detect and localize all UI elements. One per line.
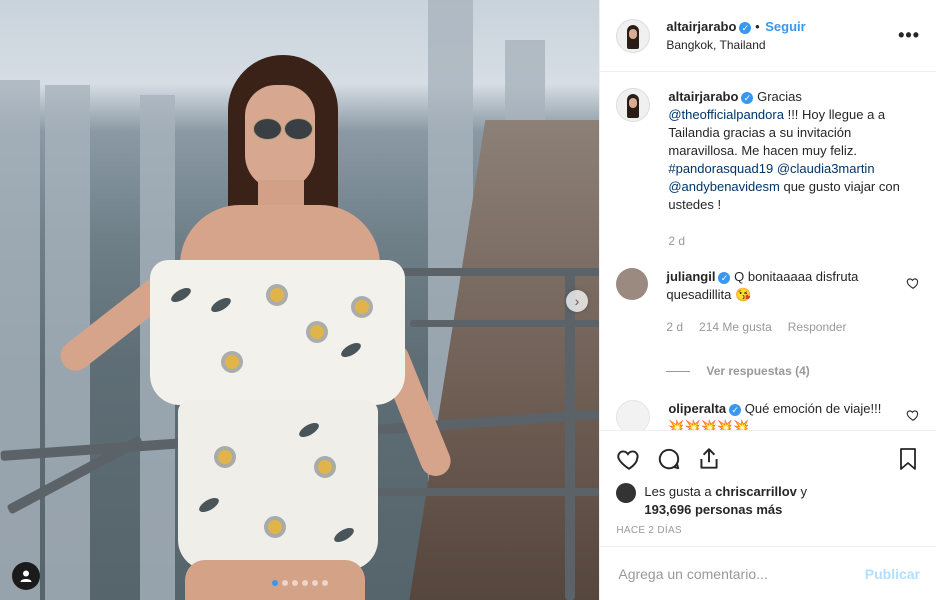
caption-meta: 2 d	[668, 232, 920, 250]
share-icon[interactable]	[696, 446, 722, 472]
commenter-avatar[interactable]	[616, 268, 649, 300]
more-options-icon[interactable]: •••	[898, 25, 920, 46]
like-comment-heart-icon[interactable]	[906, 276, 920, 290]
carousel-dot	[322, 580, 328, 586]
carousel-dot	[312, 580, 318, 586]
header-text: altairjarabo ✓ • Seguir Bangkok, Thailand	[666, 19, 898, 52]
caption-age: 2 d	[668, 234, 686, 248]
carousel-indicator	[272, 580, 328, 586]
building	[0, 80, 40, 600]
verified-icon: ✓	[729, 403, 742, 416]
comment-row: oliperalta ✓ Qué emoción de viaje!!! 💥💥💥💥…	[616, 400, 920, 430]
like-heart-icon[interactable]	[616, 446, 642, 472]
tagged-users-button[interactable]	[12, 562, 40, 590]
carousel-dot	[272, 580, 278, 586]
hashtag-link[interactable]: #pandorasquad19	[668, 161, 773, 176]
woman-figure	[54, 55, 456, 600]
post-header: altairjarabo ✓ • Seguir Bangkok, Thailand…	[600, 0, 936, 72]
comment-meta: 2 d 214 Me gusta Responder	[666, 318, 898, 336]
mention-link[interactable]: @theofficialpandora	[668, 107, 784, 122]
person-icon	[20, 570, 32, 582]
carousel-dot	[292, 580, 298, 586]
likes-summary[interactable]: Les gusta a chriscarrillov y 193,696 per…	[616, 483, 920, 519]
comment-body: juliangil ✓ Q bonitaaaaa disfruta quesadi…	[666, 268, 898, 336]
side-panel: altairjarabo ✓ • Seguir Bangkok, Thailand…	[599, 0, 936, 600]
like-comment-heart-icon[interactable]	[906, 408, 920, 422]
action-bar: Les gusta a chriscarrillov y 193,696 per…	[600, 430, 936, 546]
likes-text: Les gusta a chriscarrillov y 193,696 per…	[644, 483, 807, 519]
instagram-post: › altairjarabo ✓ • Seguir Bangkok, Thaila…	[0, 0, 936, 600]
comment-age: 2 d	[666, 320, 684, 334]
action-icons	[616, 441, 920, 477]
view-replies-button[interactable]: Ver respuestas (4)	[666, 364, 920, 378]
post-timestamp[interactable]: HACE 2 DÍAS	[616, 525, 920, 536]
view-replies-label: Ver respuestas (4)	[706, 364, 810, 378]
carousel-next-button[interactable]: ›	[566, 290, 588, 312]
floral-top	[150, 260, 405, 405]
mention-link[interactable]: @andybenavidesm	[668, 179, 779, 194]
follow-button[interactable]: Seguir	[765, 19, 805, 34]
comment-body: oliperalta ✓ Qué emoción de viaje!!! 💥💥💥💥…	[668, 400, 898, 430]
verified-icon: ✓	[718, 271, 731, 284]
reply-button[interactable]: Responder	[788, 318, 847, 336]
verified-icon: ✓	[741, 91, 754, 104]
caption-body: altairjarabo ✓ Gracias @theofficialpandor…	[668, 88, 920, 250]
author-avatar[interactable]	[616, 18, 651, 53]
caption-avatar[interactable]	[616, 88, 651, 122]
commenter-username[interactable]: juliangil	[666, 269, 715, 284]
liker-username[interactable]: chriscarrillov	[715, 484, 797, 499]
liker-avatar[interactable]	[616, 483, 637, 503]
railing-post	[565, 268, 575, 600]
chevron-right-icon: ›	[574, 293, 580, 309]
sunglasses	[249, 118, 313, 140]
comments-list[interactable]: altairjarabo ✓ Gracias @theofficialpandor…	[600, 72, 936, 430]
bookmark-icon[interactable]	[896, 446, 920, 472]
location-link[interactable]: Bangkok, Thailand	[666, 38, 898, 52]
likes-middle: y	[800, 484, 807, 499]
post-photo[interactable]: ›	[0, 0, 600, 600]
likes-count[interactable]: 193,696 personas más	[644, 502, 782, 517]
comment-input[interactable]	[616, 564, 865, 583]
carousel-dot	[282, 580, 288, 586]
comment-icon[interactable]	[656, 446, 682, 472]
commenter-username[interactable]: oliperalta	[668, 401, 726, 416]
publish-button[interactable]: Publicar	[865, 566, 920, 582]
replies-line	[666, 370, 691, 372]
mention-link[interactable]: @claudia3martin	[777, 161, 875, 176]
caption-text: Gracias	[757, 89, 802, 104]
caption-row: altairjarabo ✓ Gracias @theofficialpandor…	[616, 88, 920, 250]
comment-likes[interactable]: 214 Me gusta	[699, 318, 772, 336]
commenter-avatar[interactable]	[616, 400, 651, 430]
separator: •	[755, 19, 760, 34]
floral-shorts	[178, 400, 378, 570]
caption-username[interactable]: altairjarabo	[668, 89, 738, 104]
verified-icon: ✓	[739, 21, 752, 34]
likes-prefix: Les gusta a	[644, 484, 712, 499]
author-username[interactable]: altairjarabo	[666, 19, 736, 34]
comment-row: juliangil ✓ Q bonitaaaaa disfruta quesadi…	[616, 268, 920, 336]
carousel-dot	[302, 580, 308, 586]
add-comment-bar: Publicar	[600, 546, 936, 600]
